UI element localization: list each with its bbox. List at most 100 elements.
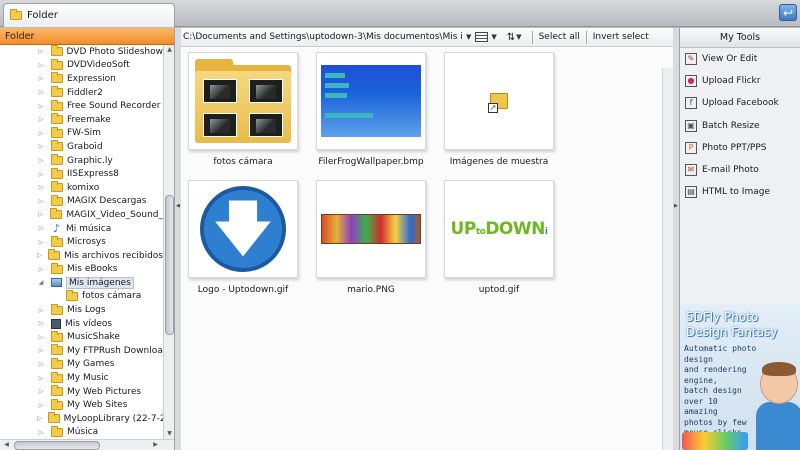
tool-flickr[interactable]: ● Upload Flickr: [680, 70, 800, 92]
expand-arrow-icon[interactable]: ▷: [37, 157, 45, 164]
expand-arrow-icon[interactable]: ▷: [37, 116, 45, 123]
tool-email[interactable]: ✉ E-mail Photo: [680, 159, 800, 181]
expand-arrow-icon[interactable]: ▷: [37, 347, 45, 354]
tree-item[interactable]: ▷ Fiddler2: [0, 86, 163, 100]
expand-arrow-icon[interactable]: ▷: [37, 171, 45, 178]
expand-arrow-icon[interactable]: ▷: [37, 388, 45, 395]
expand-arrow-icon[interactable]: ▷: [37, 320, 45, 327]
tool-html[interactable]: ▤ HTML to Image: [680, 181, 800, 203]
expand-arrow-icon[interactable]: ▷: [37, 103, 45, 110]
tool-resize[interactable]: ▣ Batch Resize: [680, 115, 800, 137]
view-mode-icon[interactable]: [475, 32, 489, 42]
expand-arrow-icon[interactable]: ▷: [37, 48, 45, 55]
expand-arrow-icon[interactable]: ▷: [37, 402, 45, 409]
folder-tab[interactable]: Folder: [3, 3, 175, 27]
expand-arrow-icon[interactable]: ▷: [37, 130, 45, 137]
expand-arrow-icon[interactable]: ▷: [37, 429, 45, 436]
tree-item[interactable]: ▷ Expression: [0, 72, 163, 86]
expand-arrow-icon[interactable]: ▷: [37, 62, 45, 69]
invert-select-button[interactable]: Invert select: [593, 32, 649, 42]
collapse-arrow-icon[interactable]: ◢: [37, 279, 45, 286]
folder-tree-hscroll-thumb[interactable]: [14, 441, 100, 450]
sort-icon[interactable]: ⇅: [507, 32, 516, 43]
view-dropdown-icon[interactable]: ▼: [491, 33, 496, 41]
tool-view-edit[interactable]: ✎ View Or Edit: [680, 48, 800, 70]
tree-item[interactable]: ▷ Graphic.ly: [0, 154, 163, 168]
thumb-frame[interactable]: [316, 180, 426, 278]
expand-arrow-icon[interactable]: ▷: [37, 334, 45, 341]
tree-item[interactable]: ▷ My Web Sites: [0, 398, 163, 412]
tree-item[interactable]: ▷ MusicShake: [0, 330, 163, 344]
thumb-frame[interactable]: ↗: [444, 52, 554, 150]
expand-arrow-icon[interactable]: ▷: [37, 307, 45, 314]
tree-item[interactable]: ▷ Mis archivos recibidos: [0, 249, 163, 263]
ad-banner[interactable]: 5DFly Photo Design Fantasy Automatic pho…: [680, 304, 800, 450]
tree-item[interactable]: ▷ My Games: [0, 357, 163, 372]
folder-tree-vertical-scrollbar[interactable]: ▲ ▼: [163, 45, 174, 439]
tree-item[interactable]: ◢ Mis imágenes: [0, 276, 163, 290]
tree-item[interactable]: ▷ Mis vídeos: [0, 317, 163, 331]
tree-item[interactable]: ▷ ♪ Mi música: [0, 222, 163, 236]
tree-item[interactable]: ▷ Freemake: [0, 113, 163, 127]
scroll-left-icon[interactable]: ◀: [1, 440, 12, 450]
expand-arrow-icon[interactable]: ▷: [37, 375, 45, 382]
folder-tree-scroll-thumb[interactable]: [165, 195, 174, 335]
expand-arrow-icon[interactable]: ▷: [37, 75, 45, 82]
path-dropdown-icon[interactable]: ▼: [466, 33, 471, 41]
expand-arrow-icon[interactable]: ▷: [37, 252, 42, 259]
file-thumb[interactable]: mario.PNG: [316, 180, 426, 295]
tree-item[interactable]: ▷ Mis Logs: [0, 303, 163, 317]
file-thumb[interactable]: FilerFrogWallpaper.bmp: [316, 52, 426, 167]
expand-arrow-icon[interactable]: ▷: [37, 225, 45, 232]
tree-item[interactable]: ▷ DVD Photo Slideshow: [0, 45, 163, 59]
expand-arrow-icon[interactable]: ▷: [37, 361, 45, 368]
select-all-button[interactable]: Select all: [539, 32, 580, 42]
file-thumb[interactable]: ↗ Imágenes de muestra: [444, 52, 554, 167]
back-arrow-button[interactable]: ↩: [779, 4, 797, 21]
tool-ppt[interactable]: P Photo PPT/PPS: [680, 137, 800, 159]
scroll-right-icon[interactable]: ▶: [150, 440, 161, 450]
thumb-frame[interactable]: [316, 52, 426, 150]
thumb-frame[interactable]: UPtoDOWNi: [444, 180, 554, 278]
tree-item[interactable]: ▷ MyLoopLibrary (22-7-20: [0, 412, 163, 426]
thumb-frame[interactable]: 🡇: [188, 180, 298, 278]
expand-arrow-icon[interactable]: ▷: [37, 89, 45, 96]
tree-item[interactable]: ▷ My FTPRush Downloa: [0, 344, 163, 358]
tree-item[interactable]: ▷ MAGIX Descargas: [0, 194, 163, 209]
collapse-right-icon[interactable]: ▶: [674, 203, 678, 209]
tree-item[interactable]: ▷ Graboid: [0, 140, 163, 154]
folder-icon: [195, 59, 291, 143]
file-grid-scrollbar[interactable]: [662, 68, 673, 450]
scroll-down-icon[interactable]: ▼: [164, 429, 175, 439]
tree-item[interactable]: fotos cámara: [0, 289, 163, 304]
tree-item[interactable]: ▷ Música: [0, 425, 163, 439]
tree-item[interactable]: ▷ DVDVideoSoft: [0, 58, 163, 73]
folder-tree-horizontal-scrollbar[interactable]: ◀ ▶: [0, 439, 174, 450]
expand-arrow-icon[interactable]: ▷: [37, 415, 42, 422]
file-thumb[interactable]: fotos cámara: [188, 52, 298, 167]
tree-item[interactable]: ▷ My Music: [0, 371, 163, 385]
thumb-frame[interactable]: [188, 52, 298, 150]
tree-item[interactable]: ▷ MAGIX_Video_Sound_: [0, 208, 163, 222]
file-thumb[interactable]: UPtoDOWNi uptod.gif: [444, 180, 554, 295]
expand-arrow-icon[interactable]: ▷: [37, 211, 44, 218]
tree-item[interactable]: ▷ My Web Pictures: [0, 385, 163, 399]
tree-item[interactable]: ▷ komixo: [0, 181, 163, 195]
tree-item[interactable]: ▷ Free Sound Recorder: [0, 99, 163, 113]
tree-item[interactable]: ▷ Microsys: [0, 235, 163, 249]
tree-item[interactable]: ▷ FW-Sim: [0, 126, 163, 141]
scroll-up-icon[interactable]: ▲: [164, 45, 175, 55]
expand-arrow-icon[interactable]: ▷: [37, 143, 45, 150]
collapse-left-icon[interactable]: ◀: [176, 203, 180, 209]
expand-arrow-icon[interactable]: ▷: [37, 239, 45, 246]
path-display[interactable]: C:\Documents and Settings\uptodown-3\Mis…: [183, 32, 463, 42]
tree-item[interactable]: ▷ IISExpress8: [0, 167, 163, 181]
tool-facebook[interactable]: f Upload Facebook: [680, 92, 800, 114]
sort-dropdown-icon[interactable]: ▼: [516, 33, 521, 41]
expand-arrow-icon[interactable]: ▷: [37, 198, 45, 205]
expand-arrow-icon[interactable]: ▷: [37, 184, 45, 191]
file-name: uptod.gif: [478, 285, 520, 295]
file-thumb[interactable]: 🡇 Logo - Uptodown.gif: [188, 180, 298, 295]
expand-arrow-icon[interactable]: ▷: [37, 266, 45, 273]
tree-item[interactable]: ▷ Mis eBooks: [0, 262, 163, 277]
